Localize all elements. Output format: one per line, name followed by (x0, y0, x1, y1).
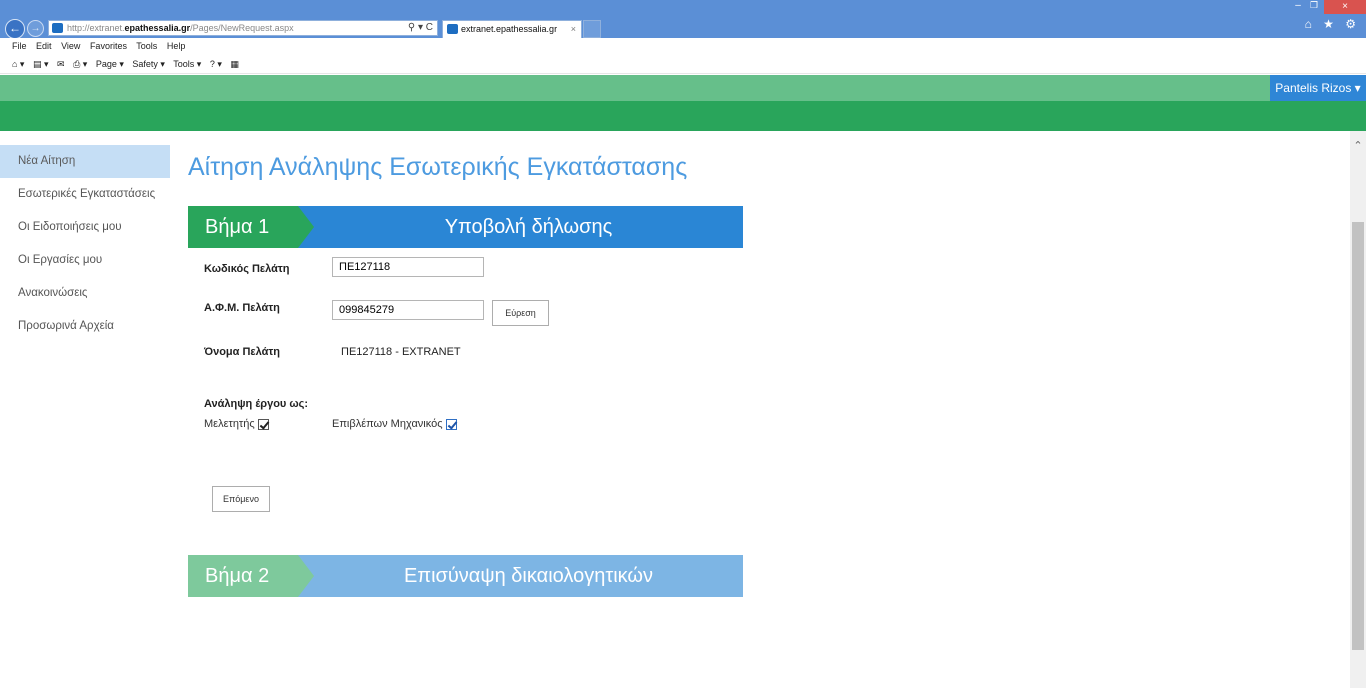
url-prefix: http://extranet. (67, 23, 125, 33)
role-supervisor-label: Επιβλέπων Μηχανικός (332, 418, 443, 430)
role-supervisor-checkbox[interactable] (445, 418, 457, 430)
scrollbar-thumb[interactable] (1352, 222, 1364, 650)
menu-favorites[interactable]: Favorites (90, 41, 127, 51)
sidebar-item-new-request[interactable]: Νέα Αίτηση (0, 145, 170, 178)
back-arrow-icon: ← (9, 21, 21, 35)
site-top-bar: Pantelis Rizos ▾ (0, 75, 1366, 101)
research-icon[interactable]: ▦ (230, 59, 239, 69)
client-name-label: Όνομα Πελάτη (204, 346, 280, 358)
address-search-refresh-icons[interactable]: ⚲ ▾ C (408, 21, 433, 35)
tools-menu[interactable]: Tools ▾ (173, 59, 201, 69)
browser-titlebar: ← → http://extranet.epathessalia.gr/Page… (0, 0, 1366, 39)
minimize-icon[interactable]: – (1290, 0, 1306, 14)
back-button[interactable]: ← (5, 19, 25, 39)
user-menu[interactable]: Pantelis Rizos ▾ (1270, 75, 1366, 101)
step2-header[interactable]: Βήμα 2 Επισύναψη δικαιολογητικών (188, 555, 743, 597)
sidebar-item-temp-files[interactable]: Προσωρινά Αρχεία (0, 310, 170, 343)
client-name-value: ΠΕ127118 - EXTRANET (341, 346, 461, 358)
step1-header: Βήμα 1 Υποβολή δήλωσης (188, 206, 743, 248)
new-tab-button[interactable] (583, 20, 601, 38)
client-code-input[interactable] (332, 257, 484, 277)
step2-arrow (298, 555, 314, 597)
page-menu[interactable]: Page ▾ (96, 59, 124, 69)
site-header-band (0, 101, 1366, 131)
page-title: Αίτηση Ανάληψης Εσωτερικής Εγκατάστασης (188, 153, 688, 181)
restore-icon[interactable]: ❐ (1306, 0, 1322, 14)
next-button[interactable]: Επόμενο (212, 486, 270, 512)
menu-tools[interactable]: Tools (136, 41, 157, 51)
help-icon[interactable]: ? ▾ (210, 59, 222, 69)
sharepoint-tab-icon (447, 24, 458, 34)
afm-input[interactable] (332, 300, 484, 320)
menu-edit[interactable]: Edit (36, 41, 52, 51)
sidebar-item-tasks[interactable]: Οι Εργασίες μου (0, 244, 170, 277)
command-bar: ⌂ ▾ ▤ ▾ ✉ ⎙ ▾ Page ▾ Safety ▾ Tools ▾ ? … (0, 55, 1366, 74)
step1-arrow (298, 206, 314, 248)
print-icon[interactable]: ⎙ ▾ (73, 59, 87, 69)
step2-number: Βήμα 2 (188, 555, 298, 597)
forward-arrow-icon: → (30, 23, 41, 34)
tab-close-icon[interactable]: × (571, 21, 576, 37)
safety-menu[interactable]: Safety ▾ (132, 59, 165, 69)
url-path: /Pages/NewRequest.aspx (190, 23, 294, 33)
sharepoint-site-icon (52, 23, 63, 33)
role-label: Ανάληψη έργου ως: (204, 398, 309, 410)
step1-title: Υποβολή δήλωσης (444, 216, 613, 238)
role-supervisor: Επιβλέπων Μηχανικός (332, 418, 457, 430)
sidebar-item-internal-installations[interactable]: Εσωτερικές Εγκαταστάσεις (0, 178, 170, 211)
mail-icon[interactable]: ✉ (57, 59, 65, 69)
feeds-icon[interactable]: ▤ ▾ (33, 59, 49, 69)
menu-bar: File Edit View Favorites Tools Help (0, 38, 1366, 55)
sidebar-item-announcements[interactable]: Ανακοινώσεις (0, 277, 170, 310)
url-domain: epathessalia.gr (124, 23, 191, 33)
afm-label: Α.Φ.Μ. Πελάτη (204, 302, 280, 314)
home-favorites-settings-icons[interactable]: ⌂ ★ ⚙ (1305, 17, 1360, 31)
tab-title: extranet.epathessalia.gr (461, 24, 558, 34)
browser-tab[interactable]: extranet.epathessalia.gr × (442, 20, 582, 38)
search-button[interactable]: Εύρεση (492, 300, 549, 326)
role-designer-label: Μελετητής (204, 418, 255, 430)
address-bar[interactable]: http://extranet.epathessalia.gr/Pages/Ne… (48, 20, 438, 36)
menu-help[interactable]: Help (167, 41, 186, 51)
step1-form: Κωδικός Πελάτη Α.Φ.Μ. Πελάτη Εύρεση Όνομ… (188, 248, 743, 555)
forward-button[interactable]: → (27, 20, 44, 37)
step1-number: Βήμα 1 (188, 206, 298, 248)
role-designer: Μελετητής (204, 418, 269, 430)
scroll-up-icon[interactable]: ⌃ (1350, 138, 1366, 154)
close-window-icon[interactable]: × (1324, 0, 1366, 14)
home-icon[interactable]: ⌂ ▾ (12, 59, 24, 69)
menu-view[interactable]: View (61, 41, 80, 51)
step2-title: Επισύναψη δικαιολογητικών (403, 565, 654, 587)
role-designer-checkbox[interactable] (257, 418, 269, 430)
sidebar-item-notifications[interactable]: Οι Ειδοποιήσεις μου (0, 211, 170, 244)
menu-file[interactable]: File (12, 41, 27, 51)
client-code-label: Κωδικός Πελάτη (204, 263, 290, 275)
sidebar-nav: Νέα Αίτηση Εσωτερικές Εγκαταστάσεις Οι Ε… (0, 145, 170, 343)
